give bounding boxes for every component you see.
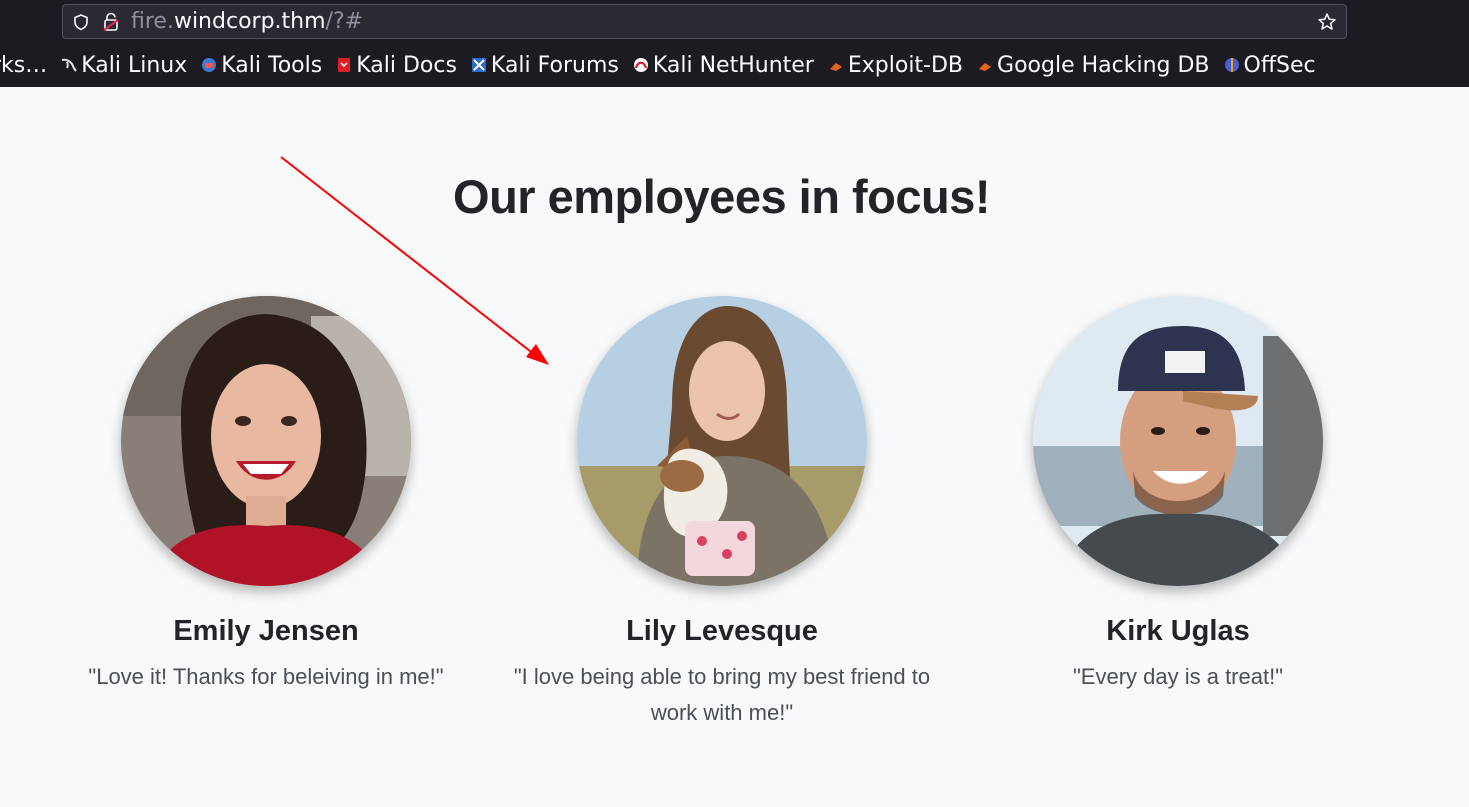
emily-jensen-photo (121, 296, 411, 586)
exploit-db-icon (829, 63, 842, 71)
lily-levesque-photo (577, 296, 867, 586)
url-host: windcorp.thm (173, 9, 326, 34)
employee-quote: "Love it! Thanks for beleiving in me!" (88, 664, 444, 689)
bookmark-exploit-db[interactable]: Exploit-DB (828, 47, 963, 83)
bookmark-other[interactable]: rks… (0, 47, 47, 83)
bookmark-label: Exploit-DB (847, 52, 964, 78)
bookmark-kali-forums[interactable]: Kali Forums (471, 47, 619, 83)
section-heading: Our employees in focus! (453, 170, 990, 223)
bookmark-label: Kali Tools (221, 52, 323, 78)
bookmark-label: Kali Linux (81, 52, 188, 78)
employee-quote: "I love being able to bring my best frie… (513, 664, 931, 725)
employee-name: Emily Jensen (173, 615, 359, 647)
bookmarks-toolbar: rks… Kali Linux Kali Tools Kali Docs Kal… (0, 46, 1469, 84)
bookmark-label: rks… (0, 52, 48, 78)
lock-warning-icon[interactable] (103, 12, 119, 32)
url-host-prefix: fire. (131, 9, 174, 34)
bookmark-kali-tools[interactable]: Kali Tools (201, 47, 322, 83)
ghdb-icon (979, 63, 992, 71)
bookmark-star-icon[interactable] (1317, 12, 1337, 32)
url-bar[interactable]: fire.windcorp.thm/?# (62, 4, 1347, 39)
bookmark-google-hacking-db[interactable]: Google Hacking DB (977, 47, 1210, 83)
employee-quote: "Every day is a treat!" (1072, 664, 1284, 689)
bookmark-kali-docs[interactable]: Kali Docs (336, 47, 457, 83)
bookmark-kali-linux[interactable]: Kali Linux (61, 47, 187, 83)
bookmark-kali-nethunter[interactable]: Kali NetHunter (633, 47, 814, 83)
testimonials-section: Our employees in focus! Emily Jensen "Lo… (0, 87, 1469, 807)
kali-dragon-icon (62, 58, 77, 72)
kali-tools-icon (202, 58, 217, 72)
bookmark-label: OffSec (1243, 52, 1316, 78)
bookmark-label: Kali Forums (490, 52, 619, 78)
employee-card: Kirk Uglas "Every day is a treat!" (958, 296, 1398, 695)
bookmark-offsec[interactable]: OffSec (1224, 47, 1316, 83)
shield-icon[interactable] (72, 13, 90, 31)
kali-docs-icon (338, 58, 351, 72)
url-text[interactable]: fire.windcorp.thm/?# (131, 8, 363, 36)
employee-card: Emily Jensen "Love it! Thanks for beleiv… (46, 296, 486, 695)
bookmark-label: Google Hacking DB (997, 52, 1210, 78)
kirk-uglas-photo (1033, 296, 1323, 586)
employee-name: Lily Levesque (626, 615, 818, 647)
url-path: /?# (325, 9, 364, 34)
bookmark-label: Kali NetHunter (652, 52, 814, 78)
kali-nethunter-icon (633, 58, 648, 72)
offsec-icon (1224, 58, 1239, 72)
bookmark-label: Kali Docs (356, 52, 457, 78)
employee-card: Lily Levesque "I love being able to brin… (502, 296, 942, 731)
employee-name: Kirk Uglas (1106, 615, 1250, 647)
browser-chrome: fire.windcorp.thm/?# rks… Kali Linux Kal… (0, 0, 1469, 87)
kali-forums-icon (471, 58, 486, 72)
